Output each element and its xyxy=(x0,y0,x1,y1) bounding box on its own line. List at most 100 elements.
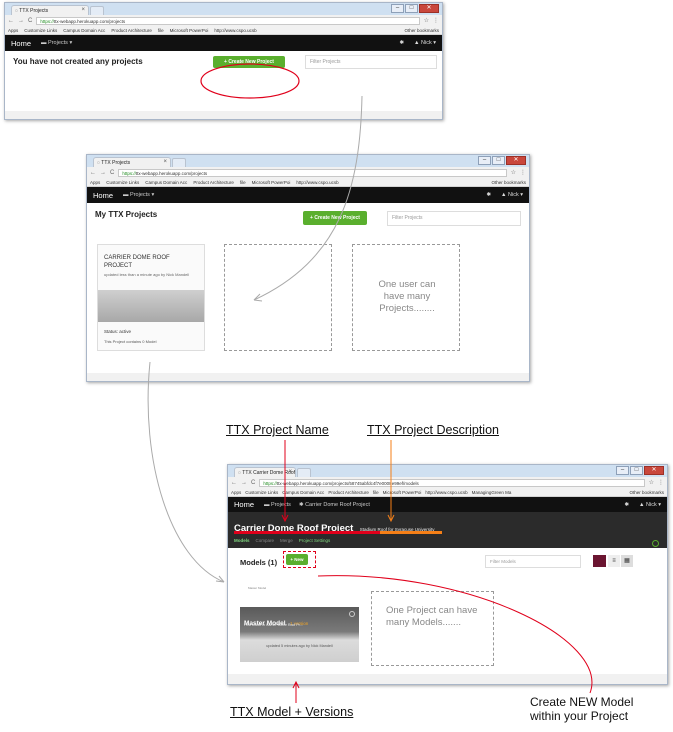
new-model-button[interactable]: + New xyxy=(286,554,308,565)
bookmark-item[interactable]: Microsoft PowerPoi xyxy=(383,490,422,495)
bookmark-item[interactable]: http://www.cspo.ucsb xyxy=(214,28,256,33)
other-bookmarks[interactable]: Other bookmarks xyxy=(629,490,664,495)
maximize-button[interactable]: □ xyxy=(405,4,418,13)
bookmark-item[interactable]: Customize Links xyxy=(245,490,278,495)
address-bar: ← → C https://ttx-webapp.herokuapp.com/pro… xyxy=(228,477,667,488)
bookmark-item[interactable]: file xyxy=(158,28,164,33)
bookmark-item[interactable]: ManagingGreen Ma xyxy=(472,490,512,495)
user-menu[interactable]: ▲ Nick ▾ xyxy=(414,40,436,46)
menu-icon[interactable]: ⋮ xyxy=(433,17,439,24)
back-icon[interactable]: ← xyxy=(231,480,237,486)
other-bookmarks[interactable]: Other bookmarks xyxy=(404,28,439,33)
bookmark-item[interactable]: http://www.cspo.ucsb xyxy=(296,180,338,185)
list-view-icon[interactable]: ≡ xyxy=(608,555,620,567)
bookmark-item[interactable]: Campus Domain Acc xyxy=(145,180,187,185)
gear-icon[interactable]: ✱ xyxy=(486,192,491,198)
project-card[interactable]: CARRIER DOME ROOF PROJECT updated less t… xyxy=(97,244,205,351)
user-menu[interactable]: ▲ Nick ▾ xyxy=(639,502,661,508)
tab-models[interactable]: Models xyxy=(234,538,250,543)
bookmark-item[interactable]: Product Architecture xyxy=(111,28,152,33)
bookmark-item[interactable]: Customize Links xyxy=(106,180,139,185)
menu-icon[interactable]: ⋮ xyxy=(658,479,664,486)
project-desc-underline xyxy=(380,531,442,534)
new-tab-button[interactable] xyxy=(172,158,186,167)
forward-icon[interactable]: → xyxy=(18,18,24,24)
nav-home-link[interactable]: Home xyxy=(93,191,113,200)
connector-curve-2 xyxy=(147,361,225,583)
tab-compare[interactable]: Compare xyxy=(256,538,275,543)
minimize-button[interactable]: – xyxy=(391,4,404,13)
create-project-button[interactable]: + Create New Project xyxy=(303,211,367,225)
browser-tab[interactable]: ◌ TTX Carrier Dome Roof × xyxy=(234,467,296,477)
bookmark-apps[interactable]: Apps xyxy=(8,28,18,33)
settings-icon[interactable]: ✱ xyxy=(624,502,629,508)
menu-icon[interactable]: ⋮ xyxy=(520,169,526,176)
maximize-button[interactable]: □ xyxy=(630,466,643,475)
nav-projects-label: Projects xyxy=(271,501,291,508)
other-bookmarks[interactable]: Other bookmarks xyxy=(491,180,526,185)
bookmark-item[interactable]: Campus Domain Acc xyxy=(63,28,105,33)
nav-home-link[interactable]: Home xyxy=(11,39,31,48)
close-window-button[interactable]: ✕ xyxy=(506,156,526,165)
close-window-button[interactable]: ✕ xyxy=(419,4,439,13)
bookmark-item[interactable]: http://www.cspo.ucsb xyxy=(425,490,467,495)
create-project-button[interactable]: + Create New Project xyxy=(213,56,285,68)
bookmark-item[interactable]: Product Architecture xyxy=(193,180,234,185)
minimize-button[interactable]: – xyxy=(478,156,491,165)
bookmark-item[interactable]: file xyxy=(240,180,246,185)
tab-merge[interactable]: Merge xyxy=(280,538,293,543)
browser-tab[interactable]: ◌ TTX Projects × xyxy=(11,5,89,15)
star-icon[interactable]: ☆ xyxy=(424,17,429,24)
bookmark-apps[interactable]: Apps xyxy=(90,180,100,185)
star-icon[interactable]: ☆ xyxy=(649,479,654,486)
nav-projects-dropdown[interactable]: ▬ Projects xyxy=(264,502,291,508)
star-icon[interactable]: ☆ xyxy=(511,169,516,176)
browser-tab[interactable]: ◌ TTX Projects × xyxy=(93,157,171,167)
nav-home-link[interactable]: Home xyxy=(234,500,254,509)
url-input[interactable]: https://ttx-webapp.herokuapp.com/project… xyxy=(36,16,420,25)
nav-projects-dropdown[interactable]: ▬ Projects ▾ xyxy=(41,40,72,46)
grid-view-icon[interactable]: ▦ xyxy=(621,555,633,567)
back-icon[interactable]: ← xyxy=(8,18,14,24)
user-menu[interactable]: ▲ Nick ▾ xyxy=(501,192,523,198)
tab-project-settings[interactable]: Project Settings xyxy=(299,538,331,543)
bookmark-item[interactable]: Microsoft PowerPoi xyxy=(252,180,291,185)
new-tab-button[interactable] xyxy=(297,468,311,477)
models-page: Models (1) + New Filter Models ≡ ▦ Maste… xyxy=(228,548,667,674)
filter-models-input[interactable]: Filter Models xyxy=(485,555,581,568)
models-note: One Project can have many Models....... xyxy=(371,591,494,666)
app-navbar: Home ▬ Projects ▾ ✱ ▲ Nick ▾ xyxy=(87,187,529,203)
model-card[interactable]: Master Model 1 version First Model in Ca… xyxy=(240,607,359,662)
reload-icon[interactable]: C xyxy=(28,18,32,24)
back-icon[interactable]: ← xyxy=(90,170,96,176)
sort-button[interactable] xyxy=(593,555,606,567)
filter-projects-input[interactable]: Filter Projects xyxy=(305,55,437,69)
maximize-button[interactable]: □ xyxy=(492,156,505,165)
breadcrumb[interactable]: ✱ Carrier Dome Roof Project xyxy=(299,502,370,508)
url-input[interactable]: https://ttx-webapp.herokuapp.com/project… xyxy=(118,168,507,177)
project-description-label: TTX Project Description xyxy=(367,423,499,437)
reload-icon[interactable]: C xyxy=(251,480,255,486)
bookmark-item[interactable]: Customize Links xyxy=(24,28,57,33)
collapse-icon[interactable] xyxy=(652,540,659,547)
bookmark-item[interactable]: Campus Domain Acc xyxy=(282,490,324,495)
reload-icon[interactable]: C xyxy=(110,170,114,176)
forward-icon[interactable]: → xyxy=(100,170,106,176)
bookmark-item[interactable]: Product Architecture xyxy=(328,490,369,495)
bookmark-item[interactable]: file xyxy=(373,490,379,495)
new-tab-button[interactable] xyxy=(90,6,104,15)
nav-projects-dropdown[interactable]: ▬ Projects ▾ xyxy=(123,192,154,198)
projects-note-text: One user can have many Projects........ xyxy=(378,279,436,314)
url-input[interactable]: https://ttx-webapp.herokuapp.com/project… xyxy=(259,478,645,487)
bookmark-item[interactable]: Microsoft PowerPoi xyxy=(170,28,209,33)
close-tab-icon[interactable]: × xyxy=(81,7,85,13)
close-window-button[interactable]: ✕ xyxy=(644,466,664,475)
minimize-button[interactable]: – xyxy=(616,466,629,475)
forward-icon[interactable]: → xyxy=(241,480,247,486)
close-tab-icon[interactable]: × xyxy=(163,159,167,165)
close-tab-icon[interactable]: × xyxy=(288,469,292,475)
filter-projects-input[interactable]: Filter Projects xyxy=(387,211,521,226)
bookmark-apps[interactable]: Apps xyxy=(231,490,241,495)
model-info-icon[interactable] xyxy=(349,611,355,617)
gear-icon[interactable]: ✱ xyxy=(399,40,404,46)
